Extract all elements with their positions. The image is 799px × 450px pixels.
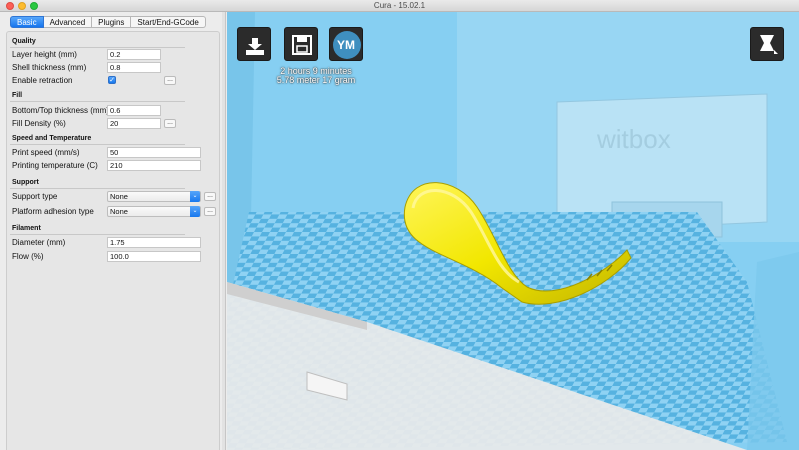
print-speed-label: Print speed (mm/s) [12,148,80,157]
window-title: Cura - 15.02.1 [373,1,426,10]
flow-label: Flow (%) [12,252,44,261]
youmagine-button[interactable]: YM [329,27,363,61]
view-mode-icon [760,35,778,54]
section-divider [10,144,185,145]
section-title-filament: Filament [12,225,41,232]
fill-density-label: Fill Density (%) [12,119,66,128]
layer-height-input[interactable]: 0.2 [107,49,161,60]
enable-retraction-checkbox[interactable]: ✓ [108,76,116,84]
view-mode-button[interactable] [750,27,784,61]
section-divider [10,188,185,189]
section-title-fill: Fill [12,92,23,99]
save-toolpath-icon [292,35,312,55]
section-title-support: Support [12,179,39,186]
section-divider [10,234,185,235]
platform-adhesion-label: Platform adhesion type [12,207,94,216]
adhesion-options-button[interactable]: ... [204,207,216,216]
settings-tabs: Basic Advanced Plugins Start/End-GCode [10,16,206,28]
tab-start-end-gcode[interactable]: Start/End-GCode [131,16,206,28]
support-options-button[interactable]: ... [204,192,216,201]
save-toolpath-button[interactable] [284,27,318,61]
section-title-speed-temperature: Speed and Temperature [12,135,92,142]
filament-diameter-label: Diameter (mm) [12,238,66,247]
support-type-label: Support type [12,192,58,201]
enable-retraction-label: Enable retraction [12,76,73,85]
tab-advanced[interactable]: Advanced [43,16,93,28]
youmagine-label: YM [337,38,355,52]
print-material: 5.78 meter 17 gram [276,75,356,85]
support-type-value: None [110,192,128,201]
platform-adhesion-select[interactable]: None ⌄ [107,206,201,217]
fill-options-button[interactable]: ... [164,119,176,128]
flow-input[interactable]: 100.0 [107,251,201,262]
load-model-button[interactable] [237,27,271,61]
bottom-top-thickness-input[interactable]: 0.6 [107,105,161,116]
bottom-top-thickness-label: Bottom/Top thickness (mm) [12,106,109,115]
shell-thickness-label: Shell thickness (mm) [12,63,87,72]
support-type-select[interactable]: None ⌄ [107,191,201,202]
machine-logo: witbox [596,124,671,154]
retraction-options-button[interactable]: ... [164,76,176,85]
section-divider [10,47,185,48]
shell-thickness-input[interactable]: 0.8 [107,62,161,73]
chevron-down-icon: ⌄ [190,206,200,217]
panel-splitter[interactable] [222,12,226,450]
tab-basic[interactable]: Basic [10,16,44,28]
filament-diameter-input[interactable]: 1.75 [107,237,201,248]
layer-height-label: Layer height (mm) [12,50,77,59]
print-estimate: 2 hours 9 minutes 5.78 meter 17 gram [241,67,391,85]
section-title-quality: Quality [12,38,36,45]
3d-viewport[interactable]: witbox YM 2 hours 9 minutes 5.78 meter 1… [227,12,799,450]
fill-density-input[interactable]: 20 [107,118,161,129]
tab-plugins[interactable]: Plugins [92,16,132,28]
title-bar: Cura - 15.02.1 [0,0,799,12]
printing-temperature-label: Printing temperature (C) [12,161,98,170]
settings-sidebar: Basic Advanced Plugins Start/End-GCode Q… [0,12,222,450]
chevron-down-icon: ⌄ [190,191,200,202]
load-model-icon [246,38,264,55]
print-speed-input[interactable]: 50 [107,147,201,158]
section-divider [10,101,185,102]
basic-settings-panel: Quality Layer height (mm) 0.2 Shell thic… [6,31,220,450]
platform-adhesion-value: None [110,207,128,216]
printing-temperature-input[interactable]: 210 [107,160,201,171]
